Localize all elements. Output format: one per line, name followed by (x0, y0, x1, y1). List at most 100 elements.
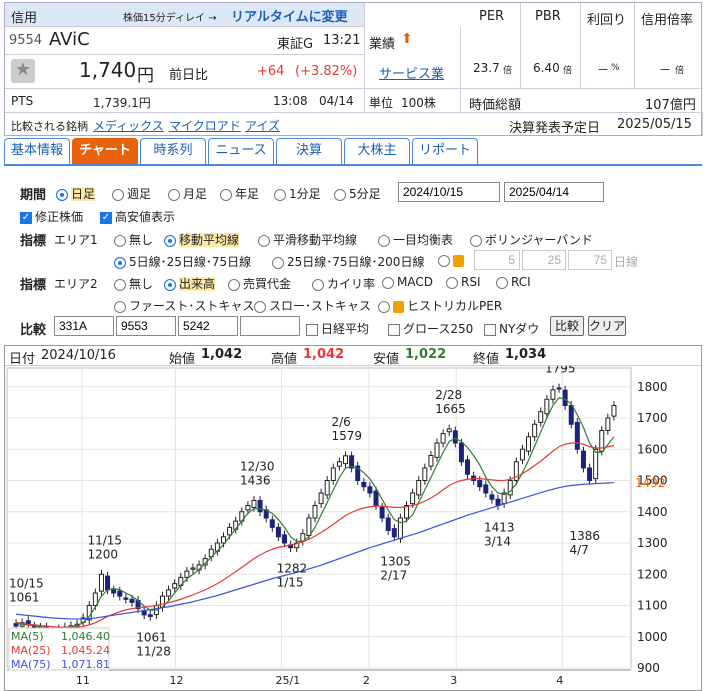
compare-code-4[interactable] (240, 316, 300, 336)
tab-underline (4, 164, 702, 166)
period-monthly-label: 月足 (183, 187, 208, 201)
radio-icon[interactable] (378, 234, 390, 247)
area1-bollinger[interactable]: ボリンジャーバンド (470, 231, 593, 248)
radio-icon[interactable] (56, 188, 68, 201)
radio-icon[interactable] (168, 188, 180, 201)
area2-volume[interactable]: 出来高 (164, 275, 216, 292)
area2-rsi[interactable]: RSI (446, 275, 481, 289)
tab-report[interactable]: リポート (412, 138, 478, 164)
radio-icon[interactable] (258, 234, 270, 247)
candle-body (397, 517, 403, 540)
compare-link-3[interactable]: アイズ (245, 117, 280, 134)
compare-button[interactable]: 比較 (550, 316, 584, 336)
period-monthly[interactable]: 月足 (168, 185, 207, 202)
checkbox-icon[interactable]: ✓ (100, 211, 112, 224)
radio-icon[interactable] (228, 278, 240, 291)
radio-icon[interactable] (114, 278, 126, 291)
x-tick-label: 3 (450, 674, 457, 687)
favorite-star-icon[interactable]: ★ (11, 59, 35, 83)
tab-kihon[interactable]: 基本情報 (4, 138, 70, 164)
candle-body (245, 505, 251, 511)
candle-body (367, 486, 373, 494)
sector-link[interactable]: サービス業 (379, 63, 444, 82)
radio-icon[interactable] (274, 188, 286, 201)
checkbox-icon[interactable] (388, 323, 400, 336)
annotation-date: 1282 (277, 562, 308, 576)
radio-icon[interactable] (496, 276, 508, 289)
area2-rci[interactable]: RCI (496, 275, 531, 289)
area2-slow-stoch[interactable]: スロー･ストキャス (254, 297, 371, 314)
price-unit: 円 (137, 66, 154, 86)
radio-icon[interactable] (470, 234, 482, 247)
candlestick-chart[interactable]: 9001000110012001300140015001600170018001… (5, 366, 701, 690)
tab-chart[interactable]: チャート (72, 138, 138, 164)
checkbox-icon[interactable] (484, 323, 496, 336)
ma-25-75-200-label: 25日線･75日線･200日線 (287, 255, 425, 269)
radio-icon[interactable] (114, 234, 126, 247)
checkbox-icon[interactable]: ✓ (20, 211, 32, 224)
ma-custom-3[interactable] (568, 250, 612, 270)
quote-time: 13:21 (323, 33, 361, 48)
period-daily[interactable]: 日足 (56, 185, 96, 202)
tab-news[interactable]: ニュース (208, 138, 274, 164)
area1-ma[interactable]: 移動平均線 (164, 231, 240, 248)
candle-body (477, 480, 483, 488)
compare-code-1[interactable] (54, 316, 114, 336)
radio-icon[interactable] (112, 188, 124, 201)
adj-price-check[interactable]: ✓ 修正株価 (20, 208, 83, 225)
compare-link-1[interactable]: メディックス (93, 117, 164, 134)
radio-icon[interactable] (114, 256, 126, 269)
radio-icon[interactable] (382, 276, 394, 289)
radio-icon[interactable] (438, 254, 450, 267)
nikkei-check[interactable]: 日経平均 (306, 320, 369, 337)
ma-25-75-200[interactable]: 25日線･75日線･200日線 (272, 253, 424, 270)
annotation-value: 3/14 (484, 535, 511, 549)
clear-button[interactable]: クリア (588, 316, 626, 336)
area2-hist-per[interactable]: ヒストリカルPER (378, 297, 502, 314)
checkbox-icon[interactable] (306, 323, 318, 336)
radio-icon[interactable] (114, 300, 126, 313)
radio-icon[interactable] (312, 278, 324, 291)
growth-check[interactable]: グロース250 (388, 320, 473, 337)
area1-none[interactable]: 無し (114, 231, 153, 248)
compare-code-3[interactable] (178, 316, 238, 336)
area2-kairi[interactable]: カイリ率 (312, 275, 375, 292)
nydow-check[interactable]: NYダウ (484, 320, 539, 337)
date-to-input[interactable] (504, 182, 604, 202)
ma-custom-unit: 日線 (614, 255, 639, 269)
tab-kessan[interactable]: 決算 (276, 138, 342, 164)
ma-custom-1[interactable] (474, 250, 520, 270)
ma-5-25-75[interactable]: 5日線･25日線･75日線 (114, 253, 251, 270)
radio-icon[interactable] (164, 234, 176, 247)
ohlc-info-bar: 日付 2024/10/16 始値 1,042 高値 1,042 安値 1,022… (5, 346, 701, 367)
radio-icon[interactable] (446, 276, 458, 289)
realtime-link[interactable]: リアルタイムに変更 (231, 6, 348, 25)
highlow-check[interactable]: ✓ 高安値表示 (100, 208, 175, 225)
area2-turnover[interactable]: 売買代金 (228, 275, 291, 292)
period-yearly[interactable]: 年足 (220, 185, 259, 202)
period-weekly[interactable]: 週足 (112, 185, 151, 202)
period-5min[interactable]: 5分足 (334, 185, 381, 202)
candle-body (111, 589, 117, 594)
ma-custom[interactable] (438, 253, 467, 267)
candle-body (98, 573, 104, 592)
radio-icon[interactable] (378, 300, 390, 313)
radio-icon[interactable] (164, 278, 176, 291)
radio-icon[interactable] (220, 188, 232, 201)
period-1min[interactable]: 1分足 (274, 185, 321, 202)
area2-fast-stoch[interactable]: ファースト･ストキャス (114, 297, 254, 314)
per-unit: 倍 (503, 66, 513, 76)
tab-jikeiretsu[interactable]: 時系列 (140, 138, 206, 164)
compare-code-2[interactable] (116, 316, 176, 336)
ma-custom-2[interactable] (522, 250, 566, 270)
tab-kabunushi[interactable]: 大株主 (344, 138, 410, 164)
area1-ichimoku[interactable]: 一目均衡表 (378, 231, 453, 248)
radio-icon[interactable] (254, 300, 266, 313)
area1-ema[interactable]: 平滑移動平均線 (258, 231, 357, 248)
area2-none[interactable]: 無し (114, 275, 153, 292)
compare-link-2[interactable]: マイクロアド (169, 117, 241, 134)
date-from-input[interactable] (398, 182, 500, 202)
area2-macd[interactable]: MACD (382, 275, 433, 289)
radio-icon[interactable] (334, 188, 346, 201)
radio-icon[interactable] (272, 256, 284, 269)
